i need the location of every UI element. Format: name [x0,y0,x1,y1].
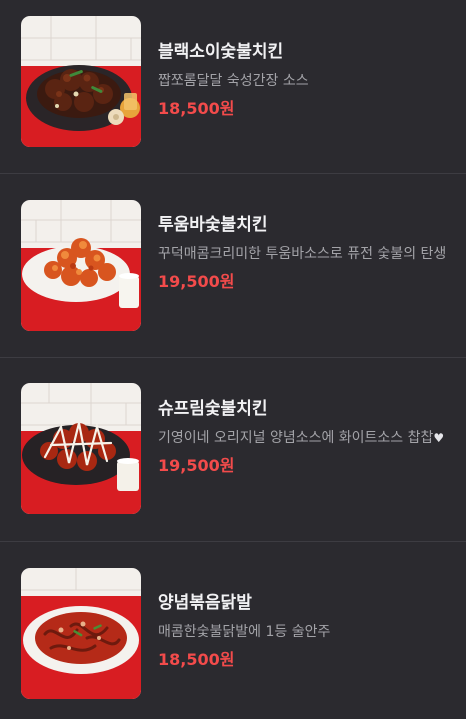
menu-item-info: 양념볶음닭발 매콤한숯불닭발에 1등 술안주 18,500원 [158,592,452,671]
menu-item-price: 18,500원 [158,650,235,669]
menu-item-description: 짭쪼롬달달 숙성간장 소스 [158,73,309,89]
menu-item-black-soy-chicken[interactable]: 블랙소이숯불치킨 짭쪼롬달달 숙성간장 소스 18,500원 [0,0,466,174]
menu-item-name: 투움바숯불치킨 [158,215,268,235]
chicken-supreme-dish-image [21,383,141,514]
menu-item-description-text: 기영이네 오리지널 양념소스에 화이트소스 찹찹 [158,430,434,446]
menu-item-supreme-chicken[interactable]: 슈프림숯불치킨 기영이네 오리지널 양념소스에 화이트소스 찹찹♥ 19,500… [0,358,466,542]
menu-item-spicy-chicken-feet[interactable]: 양념볶음닭발 매콤한숯불닭발에 1등 술안주 18,500원 [0,542,466,719]
chicken-toowoomba-dish-image [21,200,141,331]
menu-item-info: 투움바숯불치킨 꾸덕매콤크리미한 투움바소스로 퓨전 숯불의 탄생 19,500… [158,214,452,293]
menu-list: 블랙소이숯불치킨 짭쪼롬달달 숙성간장 소스 18,500원 투움바숯불치킨 꾸… [0,0,466,719]
chicken-soy-dish-image [21,16,141,147]
spicy-chicken-feet-dish-image [21,568,141,699]
menu-item-info: 슈프림숯불치킨 기영이네 오리지널 양념소스에 화이트소스 찹찹♥ 19,500… [158,398,452,477]
menu-item-description: 매콤한숯불닭발에 1등 술안주 [158,624,331,640]
menu-item-description: 꾸덕매콤크리미한 투움바소스로 퓨전 숯불의 탄생 [158,246,447,262]
menu-item-price: 19,500원 [158,456,235,475]
menu-item-toowoomba-chicken[interactable]: 투움바숯불치킨 꾸덕매콤크리미한 투움바소스로 퓨전 숯불의 탄생 19,500… [0,174,466,358]
menu-item-name: 슈프림숯불치킨 [158,399,268,419]
menu-item-price: 19,500원 [158,272,235,291]
heart-icon: ♥ [433,431,445,445]
menu-item-name: 블랙소이숯불치킨 [158,42,284,62]
menu-item-name: 양념볶음닭발 [158,593,252,613]
menu-item-price: 18,500원 [158,99,235,118]
menu-item-info: 블랙소이숯불치킨 짭쪼롬달달 숙성간장 소스 18,500원 [158,41,452,120]
menu-item-description: 기영이네 오리지널 양념소스에 화이트소스 찹찹♥ [158,426,452,451]
